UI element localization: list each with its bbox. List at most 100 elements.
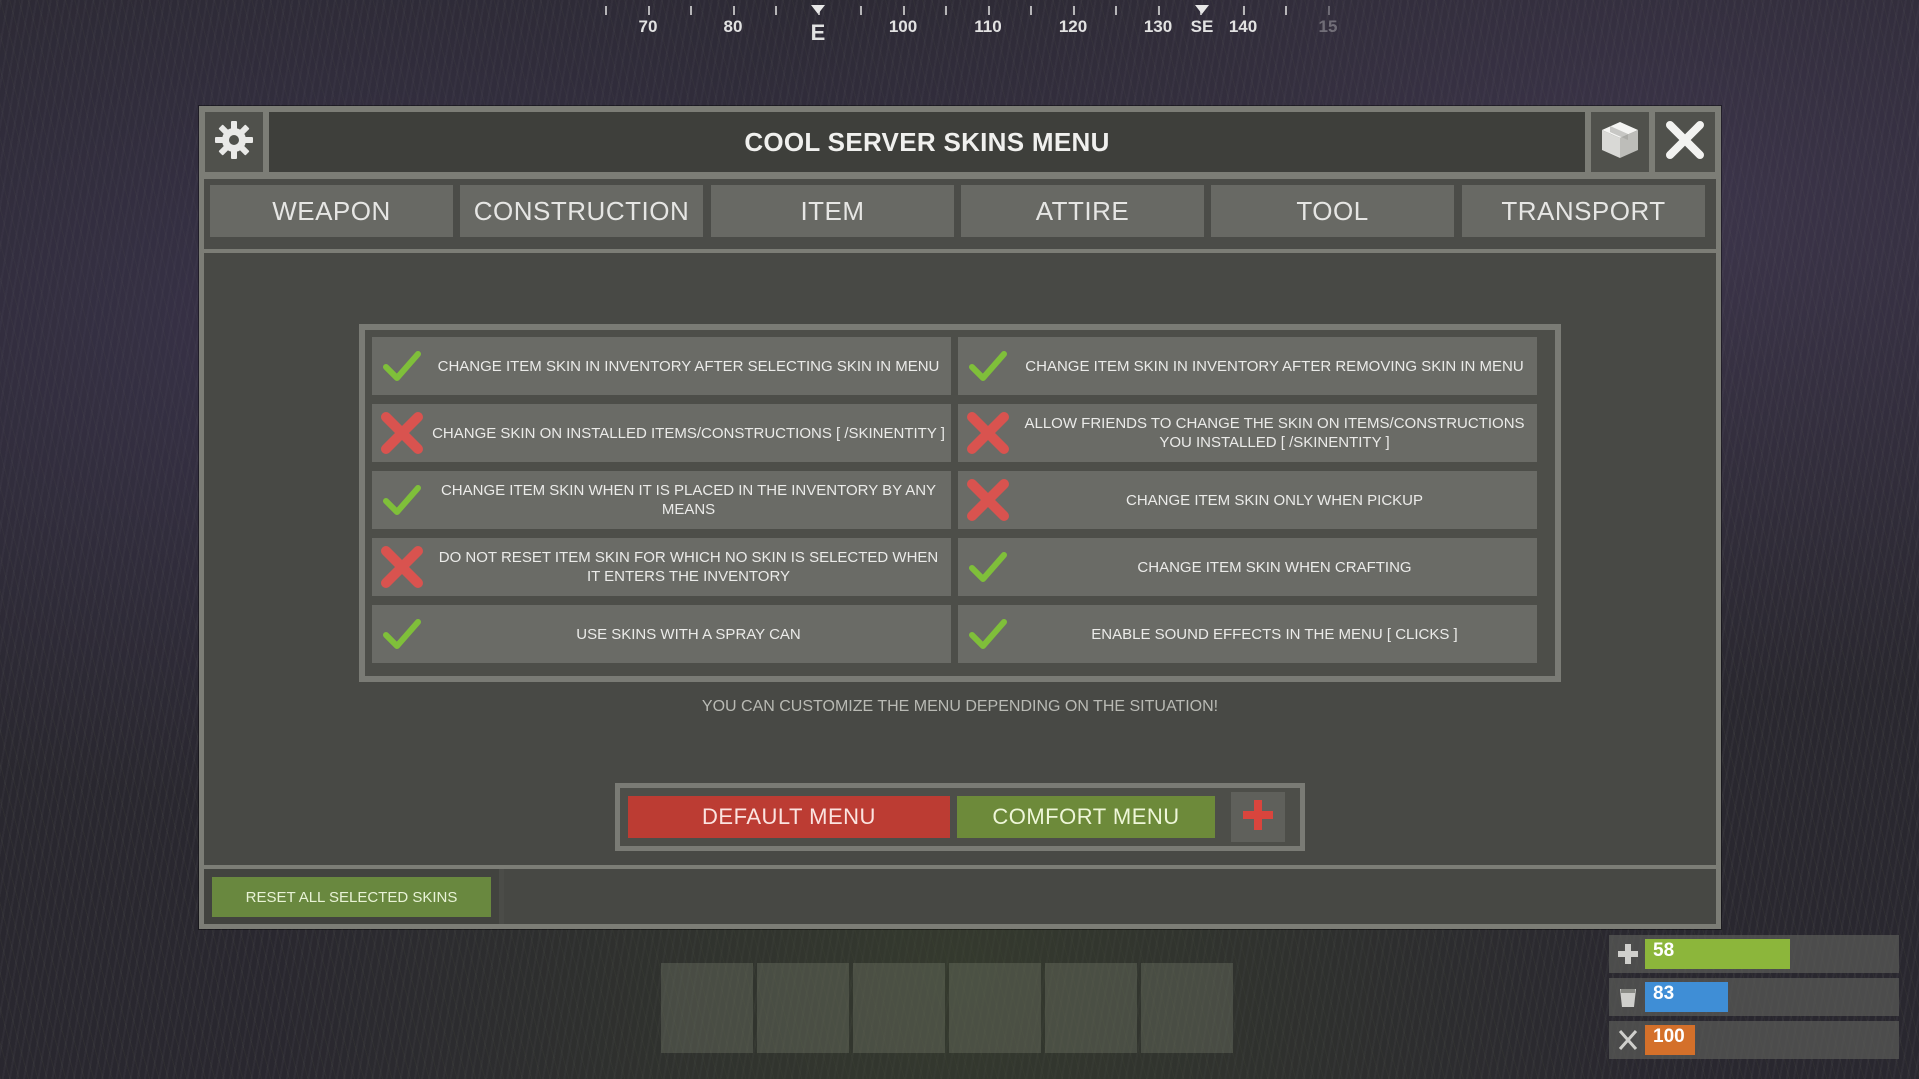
- compass-tick: [647, 6, 650, 15]
- category-tabs: WEAPON CONSTRUCTION ITEM ATTIRE TOOL TRA…: [204, 179, 1716, 249]
- compass-tick: [1157, 6, 1160, 15]
- hint-text: YOU CAN CUSTOMIZE THE MENU DEPENDING ON …: [701, 698, 1219, 715]
- tab-construction[interactable]: CONSTRUCTION: [460, 185, 703, 237]
- tab-item[interactable]: ITEM: [711, 185, 954, 237]
- option-label: DO NOT RESET ITEM SKIN FOR WHICH NO SKIN…: [438, 549, 939, 585]
- option-label: CHANGE ITEM SKIN ONLY WHEN PICKUP: [1126, 491, 1423, 509]
- plus-icon: [1240, 797, 1276, 838]
- default-menu-button[interactable]: DEFAULT MENU: [628, 796, 950, 838]
- compass-bar: 70 80 E 100 110 120 130 SE 140 15: [590, 0, 1350, 50]
- tab-tool[interactable]: TOOL: [1211, 185, 1454, 237]
- compass-label: 15: [1318, 17, 1338, 36]
- option-label: CHANGE ITEM SKIN IN INVENTORY AFTER SELE…: [437, 357, 940, 375]
- compass-tick: [1115, 6, 1117, 15]
- inventory-button[interactable]: [1591, 112, 1649, 172]
- compass-tick: [775, 6, 777, 15]
- footer-empty-area: [504, 869, 1716, 924]
- compass-tick: [860, 6, 862, 15]
- compass-tick: [1327, 6, 1330, 15]
- cross-icon: [372, 538, 432, 596]
- box-icon: [1598, 118, 1642, 167]
- option-toggle[interactable]: CHANGE SKIN ON INSTALLED ITEMS/CONSTRUCT…: [372, 404, 951, 462]
- comfort-menu-button[interactable]: COMFORT MENU: [957, 796, 1215, 838]
- option-label: CHANGE ITEM SKIN WHEN CRAFTING: [1137, 558, 1412, 576]
- settings-content: CHANGE ITEM SKIN IN INVENTORY AFTER SELE…: [204, 253, 1716, 865]
- close-button[interactable]: [1655, 112, 1715, 172]
- hotbar-slot[interactable]: [949, 963, 1041, 1053]
- compass-label: 120: [1058, 17, 1088, 36]
- compass-label: 110: [974, 17, 1002, 36]
- compass-tick: [902, 6, 905, 15]
- health-row: 58: [1609, 935, 1899, 973]
- compass-label: 130: [1143, 17, 1173, 36]
- gear-icon: [212, 118, 256, 167]
- compass-label: 80: [723, 17, 743, 36]
- health-plus-icon: [1611, 935, 1645, 973]
- food-value: 100: [1653, 1026, 1685, 1047]
- compass-tick: [690, 6, 692, 15]
- menu-mode-inner: DEFAULT MENU COMFORT MENU: [620, 788, 1300, 846]
- option-toggle[interactable]: ENABLE SOUND EFFECTS IN THE MENU [ CLICK…: [958, 605, 1537, 663]
- hotbar-slot[interactable]: [661, 963, 753, 1053]
- compass-label: SE: [1190, 17, 1214, 36]
- compass-marker: [811, 5, 825, 14]
- reset-wrap: RESET ALL SELECTED SKINS: [204, 869, 499, 924]
- option-toggle[interactable]: CHANGE ITEM SKIN IN INVENTORY AFTER REMO…: [958, 337, 1537, 395]
- cross-icon: [958, 471, 1018, 529]
- compass-tick: [732, 6, 735, 15]
- player-status: 58 83 100: [1609, 935, 1899, 1060]
- compass-label: E: [810, 20, 826, 45]
- compass-tick: [987, 6, 990, 15]
- option-toggle[interactable]: CHANGE ITEM SKIN ONLY WHEN PICKUP: [958, 471, 1537, 529]
- skins-menu-panel: COOL SERVER SKINS MENU WEAPON CONSTRUCTI…: [199, 106, 1721, 929]
- option-label: CHANGE SKIN ON INSTALLED ITEMS/CONSTRUCT…: [432, 424, 945, 442]
- menu-mode-selector: DEFAULT MENU COMFORT MENU: [615, 783, 1305, 851]
- cross-icon: [372, 404, 432, 462]
- option-toggle[interactable]: USE SKINS WITH A SPRAY CAN: [372, 605, 951, 663]
- option-label: ENABLE SOUND EFFECTS IN THE MENU [ CLICK…: [1091, 625, 1458, 643]
- hotbar-slot[interactable]: [1045, 963, 1137, 1053]
- compass-marker: [1195, 5, 1209, 14]
- option-toggle[interactable]: CHANGE ITEM SKIN IN INVENTORY AFTER SELE…: [372, 337, 951, 395]
- compass-tick: [945, 6, 947, 15]
- options-grid: CHANGE ITEM SKIN IN INVENTORY AFTER SELE…: [365, 330, 1555, 676]
- check-icon: [958, 538, 1018, 596]
- tab-attire[interactable]: ATTIRE: [961, 185, 1204, 237]
- health-value: 58: [1653, 940, 1675, 961]
- page-title: COOL SERVER SKINS MENU: [269, 112, 1585, 172]
- tab-weapon[interactable]: WEAPON: [210, 185, 453, 237]
- compass-label: 70: [638, 17, 658, 36]
- compass-tick: [1030, 6, 1032, 15]
- compass-tick: [1285, 6, 1287, 15]
- close-icon: [1664, 119, 1706, 166]
- compass-label: 100: [888, 17, 918, 36]
- compass-label: 140: [1228, 17, 1258, 36]
- hydration-row: 83: [1609, 978, 1899, 1016]
- option-toggle[interactable]: ALLOW FRIENDS TO CHANGE THE SKIN ON ITEM…: [958, 404, 1537, 462]
- check-icon: [372, 471, 432, 529]
- option-toggle[interactable]: CHANGE ITEM SKIN WHEN IT IS PLACED IN TH…: [372, 471, 951, 529]
- option-toggle[interactable]: DO NOT RESET ITEM SKIN FOR WHICH NO SKIN…: [372, 538, 951, 596]
- check-icon: [372, 337, 432, 395]
- hotbar-slot[interactable]: [757, 963, 849, 1053]
- food-row: 100: [1609, 1021, 1899, 1059]
- check-icon: [958, 605, 1018, 663]
- hotbar-slot[interactable]: [1141, 963, 1233, 1053]
- option-label: CHANGE ITEM SKIN WHEN IT IS PLACED IN TH…: [440, 482, 937, 518]
- tab-transport[interactable]: TRANSPORT: [1462, 185, 1705, 237]
- reset-skins-button[interactable]: RESET ALL SELECTED SKINS: [212, 877, 491, 917]
- options-box: CHANGE ITEM SKIN IN INVENTORY AFTER SELE…: [359, 324, 1561, 682]
- cross-icon: [958, 404, 1018, 462]
- settings-button[interactable]: [205, 112, 263, 172]
- footer-bar: RESET ALL SELECTED SKINS: [204, 869, 1716, 924]
- food-utensils-icon: [1611, 1021, 1645, 1059]
- add-menu-button[interactable]: [1231, 792, 1285, 842]
- check-icon: [372, 605, 432, 663]
- hotbar-slot[interactable]: [853, 963, 945, 1053]
- water-cup-icon: [1611, 978, 1645, 1016]
- check-icon: [958, 337, 1018, 395]
- option-toggle[interactable]: CHANGE ITEM SKIN WHEN CRAFTING: [958, 538, 1537, 596]
- hydration-value: 83: [1653, 983, 1675, 1004]
- compass-tick: [1072, 6, 1075, 15]
- option-label: ALLOW FRIENDS TO CHANGE THE SKIN ON ITEM…: [1024, 415, 1525, 451]
